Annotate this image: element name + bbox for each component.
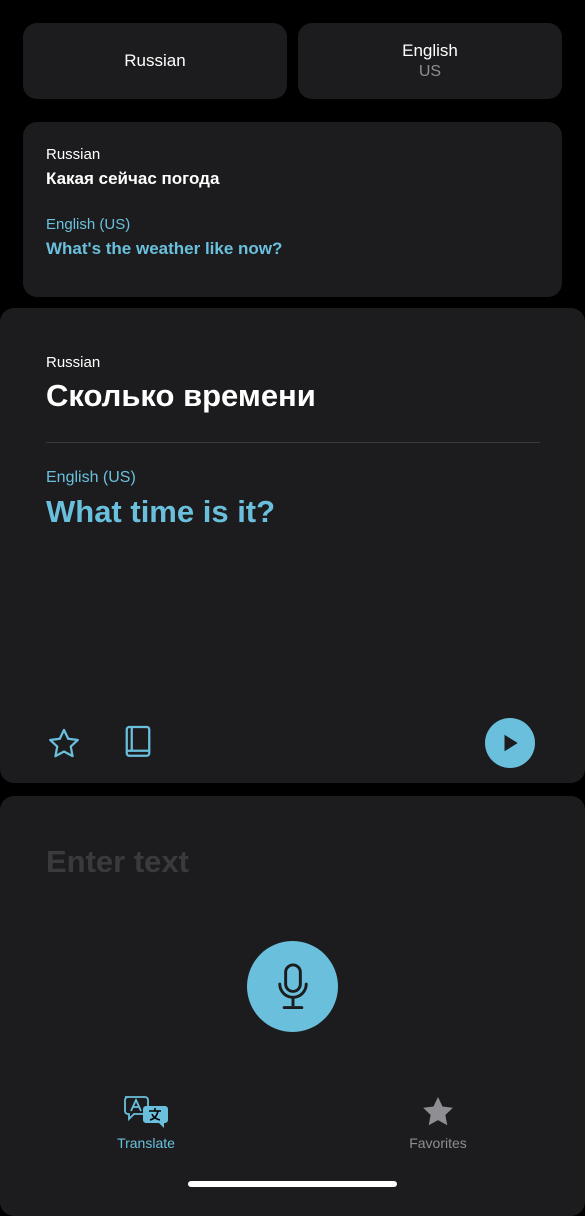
translate-icon (124, 1096, 168, 1128)
history-target-text: What's the weather like now? (46, 239, 283, 258)
home-indicator (188, 1181, 397, 1187)
current-source-text: Сколько времени (46, 378, 316, 413)
translation-divider (46, 442, 540, 443)
target-language-label: English (402, 41, 458, 60)
dictionary-button[interactable] (120, 722, 156, 762)
play-icon (504, 734, 518, 752)
tab-favorites[interactable]: Favorites (396, 1094, 480, 1151)
current-source-label: Russian (46, 354, 101, 371)
target-language-region: US (418, 63, 442, 80)
current-translation-card: Russian Сколько времени English (US) Wha… (0, 308, 585, 783)
history-source-label: Russian (46, 146, 101, 163)
microphone-button[interactable] (247, 941, 338, 1032)
current-target-label: English (US) (46, 469, 136, 486)
book-icon (125, 725, 151, 757)
history-translation-card[interactable]: Russian Какая сейчас погода English (US)… (23, 122, 562, 297)
microphone-icon (277, 962, 308, 1009)
tab-favorites-label: Favorites (409, 1135, 467, 1151)
input-card (0, 796, 585, 1216)
text-input[interactable] (46, 840, 526, 884)
favorite-button[interactable] (44, 724, 84, 764)
play-button[interactable] (485, 718, 535, 768)
history-source-text: Какая сейчас погода (46, 169, 220, 188)
tab-translate[interactable]: Translate (104, 1094, 188, 1151)
star-outline-icon (49, 728, 79, 758)
history-target-label: English (US) (46, 216, 131, 233)
source-language-button[interactable]: Russian (23, 23, 287, 99)
target-language-button[interactable]: English US (298, 23, 562, 99)
star-icon (423, 1097, 453, 1126)
tab-translate-label: Translate (117, 1135, 175, 1151)
source-language-label: Russian (124, 51, 186, 70)
current-target-text: What time is it? (46, 494, 276, 529)
